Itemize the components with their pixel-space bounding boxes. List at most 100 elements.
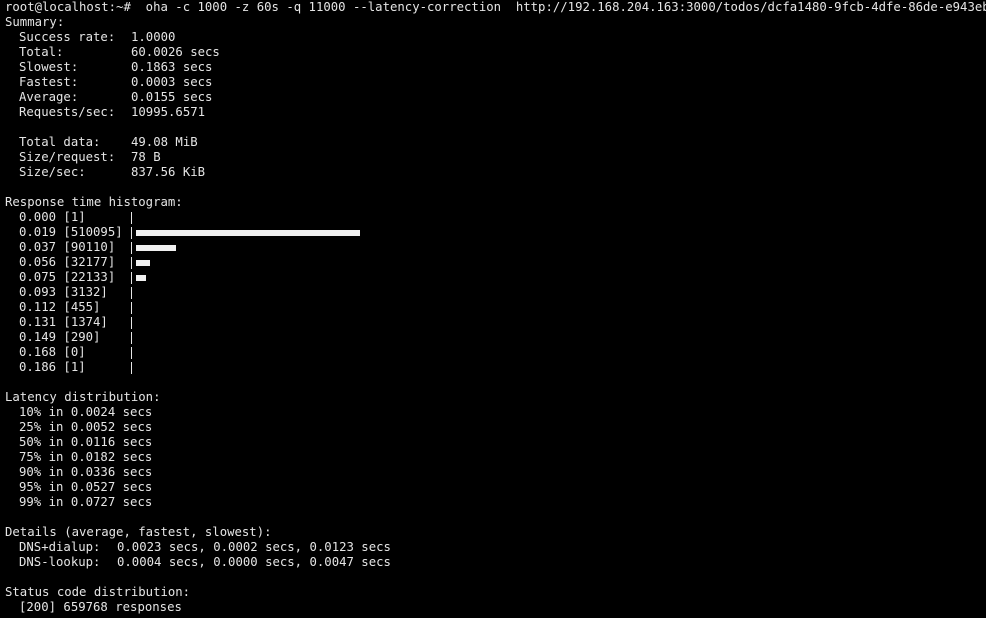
histogram-bin-label: 0.019 [510095] bbox=[19, 225, 123, 239]
latency-row: 95% in 0.0527 secs bbox=[5, 480, 986, 495]
details-value: 0.0023 secs, 0.0002 secs, 0.0123 secs bbox=[117, 540, 391, 554]
summary-label: Slowest: bbox=[19, 60, 79, 74]
histogram-row: 0.056 [32177] bbox=[5, 255, 986, 270]
data-total-label: Total data: bbox=[19, 135, 101, 149]
summary-label: Requests/sec: bbox=[19, 105, 116, 119]
details-row: DNS-lookup: 0.0004 secs, 0.0000 secs, 0.0… bbox=[5, 555, 986, 570]
latency-percentile: 25% in 0.0052 secs bbox=[19, 420, 153, 434]
histogram-row: 0.037 [90110] bbox=[5, 240, 986, 255]
histogram-bin-label: 0.186 [1] bbox=[19, 360, 86, 374]
histogram-row: 0.168 [0] bbox=[5, 345, 986, 360]
summary-label: Success rate: bbox=[19, 30, 116, 44]
histogram-row: 0.112 [455] bbox=[5, 300, 986, 315]
details-heading: Details (average, fastest, slowest): bbox=[5, 525, 272, 539]
histogram-bin-label: 0.149 [290] bbox=[19, 330, 101, 344]
status-code-count: [200] 659768 responses bbox=[19, 600, 182, 614]
histogram-row: 0.019 [510095] bbox=[5, 225, 986, 240]
data-total-row: Total data: 49.08 MiB bbox=[5, 135, 986, 150]
histogram-axis-tick bbox=[131, 286, 135, 299]
terminal-window[interactable]: root@localhost:~# oha -c 1000 -z 60s -q … bbox=[0, 0, 986, 618]
histogram-axis-tick bbox=[131, 361, 135, 374]
histogram-axis-tick bbox=[131, 211, 135, 224]
histogram-bar bbox=[136, 229, 360, 236]
details-value: 0.0004 secs, 0.0000 secs, 0.0047 secs bbox=[117, 555, 391, 569]
summary-row: Requests/sec: 10995.6571 bbox=[5, 105, 986, 120]
histogram-row: 0.000 [1] bbox=[5, 210, 986, 225]
summary-row: Total: 60.0026 secs bbox=[5, 45, 986, 60]
histogram-bin-label: 0.037 [90110] bbox=[19, 240, 116, 254]
histogram-axis-tick bbox=[131, 241, 135, 254]
histogram-row: 0.093 [3132] bbox=[5, 285, 986, 300]
response-time-histogram: 0.000 [1] 0.019 [510095] 0.037 [90110] 0.05… bbox=[5, 210, 986, 375]
data-total-row: Size/request: 78 B bbox=[5, 150, 986, 165]
summary-row: Fastest: 0.0003 secs bbox=[5, 75, 986, 90]
latency-percentile: 90% in 0.0336 secs bbox=[19, 465, 153, 479]
status-row: [200] 659768 responses bbox=[5, 600, 986, 615]
histogram-bin-label: 0.000 [1] bbox=[19, 210, 86, 224]
histogram-bar bbox=[136, 259, 150, 266]
command-text: oha -c 1000 -z 60s -q 11000 --latency-co… bbox=[145, 0, 986, 14]
histogram-heading: Response time histogram: bbox=[5, 195, 183, 209]
summary-row: Average: 0.0155 secs bbox=[5, 90, 986, 105]
latency-percentile: 95% in 0.0527 secs bbox=[19, 480, 153, 494]
latency-percentile: 10% in 0.0024 secs bbox=[19, 405, 153, 419]
histogram-bin-label: 0.075 [22133] bbox=[19, 270, 116, 284]
histogram-row: 0.075 [22133] bbox=[5, 270, 986, 285]
summary-label: Fastest: bbox=[19, 75, 79, 89]
details-row: DNS+dialup: 0.0023 secs, 0.0002 secs, 0.0… bbox=[5, 540, 986, 555]
summary-value: 0.0155 secs bbox=[131, 90, 213, 104]
latency-row: 50% in 0.0116 secs bbox=[5, 435, 986, 450]
data-total-value: 49.08 MiB bbox=[131, 135, 198, 149]
latency-percentile: 50% in 0.0116 secs bbox=[19, 435, 153, 449]
histogram-row: 0.131 [1374] bbox=[5, 315, 986, 330]
histogram-axis-tick bbox=[131, 256, 135, 269]
histogram-axis-tick bbox=[131, 346, 135, 359]
histogram-axis-tick bbox=[131, 331, 135, 344]
histogram-axis-tick bbox=[131, 271, 135, 284]
histogram-bin-label: 0.056 [32177] bbox=[19, 255, 116, 269]
histogram-row: 0.186 [1] bbox=[5, 360, 986, 375]
summary-row: Success rate: 1.0000 bbox=[5, 30, 986, 45]
data-total-label: Size/request: bbox=[19, 150, 116, 164]
latency-row: 10% in 0.0024 secs bbox=[5, 405, 986, 420]
status-heading: Status code distribution: bbox=[5, 585, 191, 599]
data-total-value: 78 B bbox=[131, 150, 161, 164]
details-label: DNS-lookup: bbox=[19, 555, 101, 569]
summary-value: 0.0003 secs bbox=[131, 75, 213, 89]
summary-row: Slowest: 0.1863 secs bbox=[5, 60, 986, 75]
summary-label: Average: bbox=[19, 90, 79, 104]
histogram-axis-tick bbox=[131, 301, 135, 314]
latency-percentile: 75% in 0.0182 secs bbox=[19, 450, 153, 464]
data-total-label: Size/sec: bbox=[19, 165, 86, 179]
summary-value: 10995.6571 bbox=[131, 105, 206, 119]
histogram-row: 0.149 [290] bbox=[5, 330, 986, 345]
data-total-row: Size/sec: 837.56 KiB bbox=[5, 165, 986, 180]
histogram-bin-label: 0.131 [1374] bbox=[19, 315, 108, 329]
latency-row: 75% in 0.0182 secs bbox=[5, 450, 986, 465]
latency-row: 90% in 0.0336 secs bbox=[5, 465, 986, 480]
details-label: DNS+dialup: bbox=[19, 540, 101, 554]
histogram-axis-tick bbox=[131, 226, 135, 239]
prompt-user-host: root@localhost:~# bbox=[5, 0, 131, 14]
latency-row: 25% in 0.0052 secs bbox=[5, 420, 986, 435]
histogram-bin-label: 0.093 [3132] bbox=[19, 285, 108, 299]
summary-label: Total: bbox=[19, 45, 64, 59]
histogram-axis-tick bbox=[131, 316, 135, 329]
histogram-bin-label: 0.112 [455] bbox=[19, 300, 101, 314]
latency-heading: Latency distribution: bbox=[5, 390, 161, 404]
summary-value: 0.1863 secs bbox=[131, 60, 213, 74]
latency-row: 99% in 0.0727 secs bbox=[5, 495, 986, 510]
histogram-bar bbox=[136, 274, 146, 281]
histogram-bar bbox=[136, 244, 176, 251]
histogram-bin-label: 0.168 [0] bbox=[19, 345, 86, 359]
summary-value: 60.0026 secs bbox=[131, 45, 220, 59]
summary-heading: Summary: bbox=[5, 15, 65, 29]
command-prompt-line: root@localhost:~# oha -c 1000 -z 60s -q … bbox=[5, 0, 986, 15]
latency-percentile: 99% in 0.0727 secs bbox=[19, 495, 153, 509]
summary-value: 1.0000 bbox=[131, 30, 176, 44]
